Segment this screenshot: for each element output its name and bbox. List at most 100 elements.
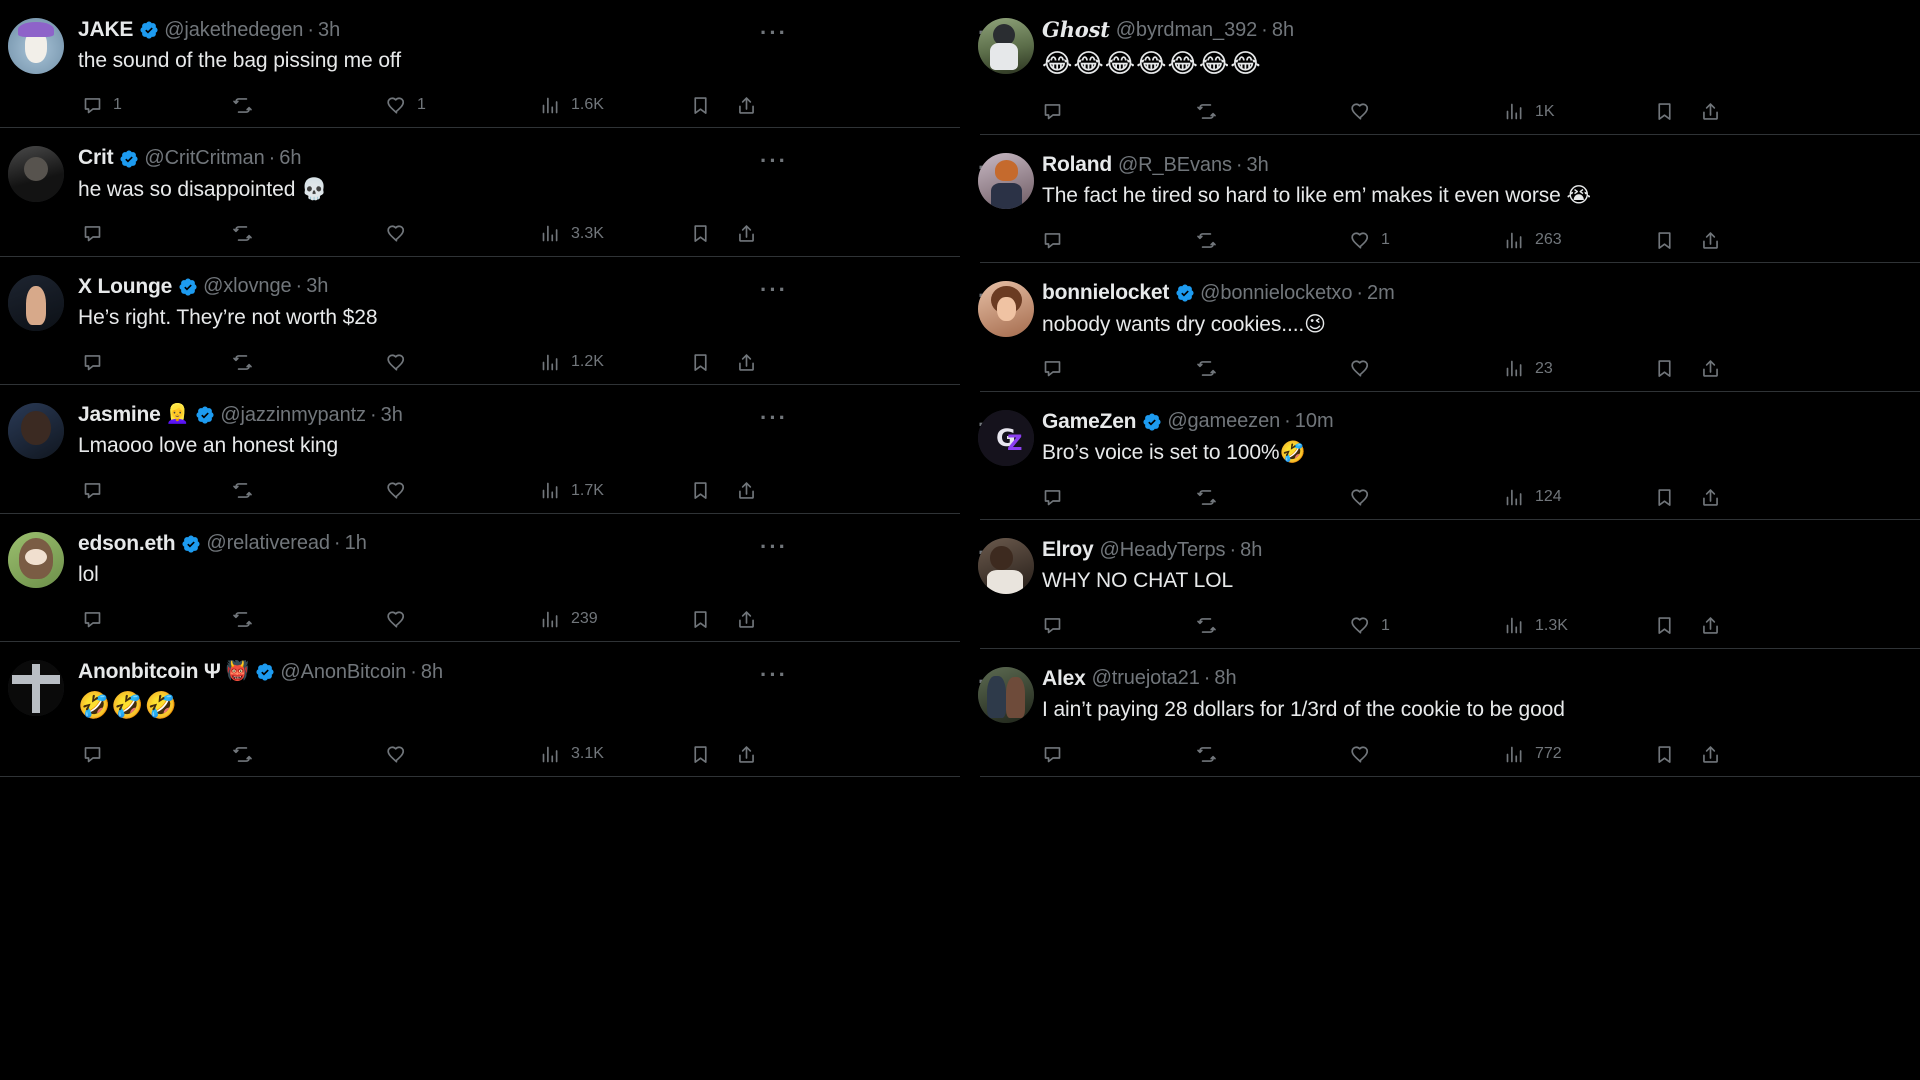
verified-badge-icon[interactable]: [119, 149, 139, 169]
share-button[interactable]: [736, 95, 782, 116]
display-name[interactable]: Alex: [1042, 667, 1086, 691]
heart-button[interactable]: [1350, 487, 1504, 508]
heart-button[interactable]: [1350, 358, 1504, 379]
views-bar-chart-button[interactable]: 1.7K: [540, 480, 690, 501]
retweet-button[interactable]: [1196, 744, 1350, 765]
avatar-container[interactable]: [8, 531, 78, 632]
retweet-button[interactable]: [232, 480, 386, 501]
handle[interactable]: @jazzinmypantz: [220, 404, 366, 427]
avatar-container[interactable]: [8, 660, 78, 767]
tweet-card[interactable]: ··· Crit @CritCritman · 6h he was so disappoi…: [0, 128, 962, 257]
timestamp[interactable]: 8h: [1240, 539, 1262, 562]
display-name[interactable]: bonnielocket: [1042, 281, 1169, 305]
avatar-container[interactable]: GZ: [978, 409, 1042, 510]
share-button[interactable]: [736, 744, 782, 765]
retweet-button[interactable]: [232, 609, 386, 630]
avatar-container[interactable]: [978, 152, 1042, 253]
display-name[interactable]: Ghost: [1042, 17, 1110, 42]
reply-button[interactable]: [1042, 358, 1196, 379]
share-button[interactable]: [1700, 230, 1746, 251]
timestamp[interactable]: 6h: [279, 147, 301, 170]
verified-badge-icon[interactable]: [139, 20, 159, 40]
bookmark-button[interactable]: [1654, 358, 1700, 379]
heart-button[interactable]: [386, 480, 540, 501]
verified-badge-icon[interactable]: [178, 277, 198, 297]
reply-button[interactable]: [1042, 101, 1196, 122]
views-bar-chart-button[interactable]: 3.3K: [540, 223, 690, 244]
tweet-card[interactable]: ···Elroy@HeadyTerps·8hWHY NO CHAT LOL11.…: [960, 520, 1920, 649]
heart-button[interactable]: [386, 223, 540, 244]
timestamp[interactable]: 8h: [421, 661, 443, 684]
share-button[interactable]: [736, 609, 782, 630]
display-name[interactable]: Jasmine: [78, 403, 161, 427]
handle[interactable]: @truejota21: [1092, 667, 1200, 690]
views-bar-chart-button[interactable]: 263: [1504, 230, 1654, 251]
handle[interactable]: @AnonBitcoin: [280, 661, 406, 684]
tweet-card[interactable]: ··· X Lounge @xlovnge · 3h He’s right. They’r…: [0, 256, 962, 386]
display-name[interactable]: JAKE: [78, 18, 133, 42]
bookmark-button[interactable]: [690, 352, 736, 373]
views-bar-chart-button[interactable]: 1.2K: [540, 352, 690, 373]
views-bar-chart-button[interactable]: 23: [1504, 358, 1654, 379]
tweet-card[interactable]: ··· Jasmine 👱‍♀️ @jazzinmypantz · 3h Lmaooo lo…: [0, 385, 962, 514]
handle[interactable]: @byrdman_392: [1116, 19, 1258, 42]
reply-button[interactable]: [78, 352, 232, 373]
share-button[interactable]: [1700, 101, 1746, 122]
reply-button[interactable]: [1042, 230, 1196, 251]
display-name[interactable]: edson.eth: [78, 532, 176, 556]
handle[interactable]: @gameezen: [1167, 410, 1280, 433]
avatar[interactable]: [8, 660, 64, 717]
views-bar-chart-button[interactable]: 1.6K: [540, 95, 690, 116]
retweet-button[interactable]: [1196, 615, 1350, 636]
retweet-button[interactable]: [232, 95, 386, 116]
avatar[interactable]: [8, 146, 64, 203]
avatar-container[interactable]: [8, 403, 78, 503]
views-bar-chart-button[interactable]: 1K: [1504, 101, 1654, 122]
tweet-card[interactable]: ···bonnielocket@bonnielocketxo·2mnobody …: [960, 263, 1920, 392]
timestamp[interactable]: 3h: [306, 275, 328, 298]
handle[interactable]: @relativeread: [206, 532, 330, 555]
heart-button[interactable]: 1: [386, 95, 540, 116]
retweet-button[interactable]: [1196, 101, 1350, 122]
display-name[interactable]: Crit: [78, 146, 114, 170]
views-bar-chart-button[interactable]: 3.1K: [540, 744, 690, 765]
tweet-card[interactable]: ···Roland@R_BEvans·3hThe fact he tired s…: [960, 134, 1920, 264]
bookmark-button[interactable]: [690, 480, 736, 501]
retweet-button[interactable]: [232, 744, 386, 765]
more-options-button[interactable]: ···: [760, 22, 788, 44]
display-name[interactable]: Anonbitcoin Ψ: [78, 660, 221, 684]
more-options-button[interactable]: ···: [760, 407, 788, 429]
avatar[interactable]: [978, 152, 1034, 209]
retweet-button[interactable]: [232, 223, 386, 244]
timestamp[interactable]: 3h: [381, 404, 403, 427]
bookmark-button[interactable]: [1654, 744, 1700, 765]
reply-button[interactable]: 1: [78, 95, 232, 116]
timestamp[interactable]: 3h: [318, 19, 340, 42]
tweet-card[interactable]: ···Alex@truejota21·8hI ain’t paying 28 d…: [960, 648, 1920, 778]
retweet-button[interactable]: [1196, 487, 1350, 508]
display-name[interactable]: GameZen: [1042, 410, 1137, 434]
share-button[interactable]: [1700, 487, 1746, 508]
handle[interactable]: @bonnielocketxo: [1200, 282, 1352, 305]
more-options-button[interactable]: ···: [760, 535, 788, 558]
bookmark-button[interactable]: [690, 744, 736, 765]
share-button[interactable]: [1700, 358, 1746, 379]
timestamp[interactable]: 10m: [1295, 410, 1334, 433]
bookmark-button[interactable]: [1654, 101, 1700, 122]
bookmark-button[interactable]: [1654, 615, 1700, 636]
heart-button[interactable]: [1350, 101, 1504, 122]
avatar[interactable]: [8, 531, 64, 588]
reply-button[interactable]: [1042, 487, 1196, 508]
avatar-container[interactable]: [978, 666, 1042, 767]
views-bar-chart-button[interactable]: 124: [1504, 487, 1654, 508]
share-button[interactable]: [1700, 615, 1746, 636]
avatar[interactable]: [978, 666, 1034, 723]
views-bar-chart-button[interactable]: 239: [540, 609, 690, 630]
more-options-button[interactable]: ···: [760, 664, 788, 686]
bookmark-button[interactable]: [690, 609, 736, 630]
heart-button[interactable]: 1: [1350, 615, 1504, 636]
avatar-container[interactable]: [978, 281, 1042, 381]
views-bar-chart-button[interactable]: 1.3K: [1504, 615, 1654, 636]
verified-badge-icon[interactable]: [1142, 412, 1162, 432]
avatar[interactable]: [978, 281, 1034, 338]
